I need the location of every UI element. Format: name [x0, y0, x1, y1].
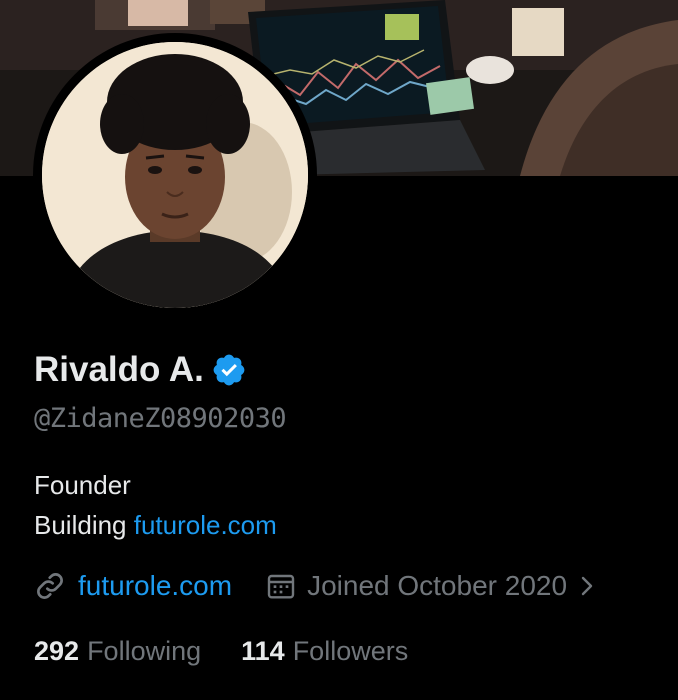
- bio-website-link[interactable]: futurole.com: [134, 510, 277, 540]
- display-name: Rivaldo A.: [34, 350, 204, 389]
- joined-item[interactable]: Joined October 2020: [265, 566, 597, 606]
- bio-line-founder: Founder: [34, 470, 131, 500]
- bio-building-text: Building: [34, 510, 134, 540]
- bio-line-building: Building futurole.com: [34, 505, 277, 545]
- following-label: Following: [87, 636, 202, 666]
- display-name-row: Rivaldo A.: [34, 348, 247, 392]
- followers-link[interactable]: 114 Followers: [241, 632, 408, 670]
- followers-label: Followers: [292, 636, 409, 666]
- chevron-right-icon[interactable]: [577, 570, 597, 602]
- profile-bio: Founder Building futurole.com: [34, 465, 277, 545]
- username-handle: @ZidaneZ08902030: [34, 403, 287, 434]
- avatar[interactable]: [42, 42, 308, 308]
- following-link[interactable]: 292 Following: [34, 632, 201, 670]
- follow-stats: 292 Following 114 Followers: [34, 632, 408, 670]
- link-icon: [34, 570, 66, 602]
- following-count: 292: [34, 636, 80, 666]
- avatar-image: [42, 42, 308, 308]
- website-item[interactable]: futurole.com: [34, 566, 232, 606]
- joined-date: Joined October 2020: [307, 570, 568, 601]
- avatar-frame[interactable]: [33, 33, 317, 317]
- followers-count: 114: [241, 636, 285, 666]
- verified-badge-icon[interactable]: [211, 352, 247, 388]
- calendar-icon: [265, 570, 297, 602]
- profile-meta-row: futurole.com Joined October 2020: [34, 566, 597, 606]
- website-link[interactable]: futurole.com: [78, 566, 232, 606]
